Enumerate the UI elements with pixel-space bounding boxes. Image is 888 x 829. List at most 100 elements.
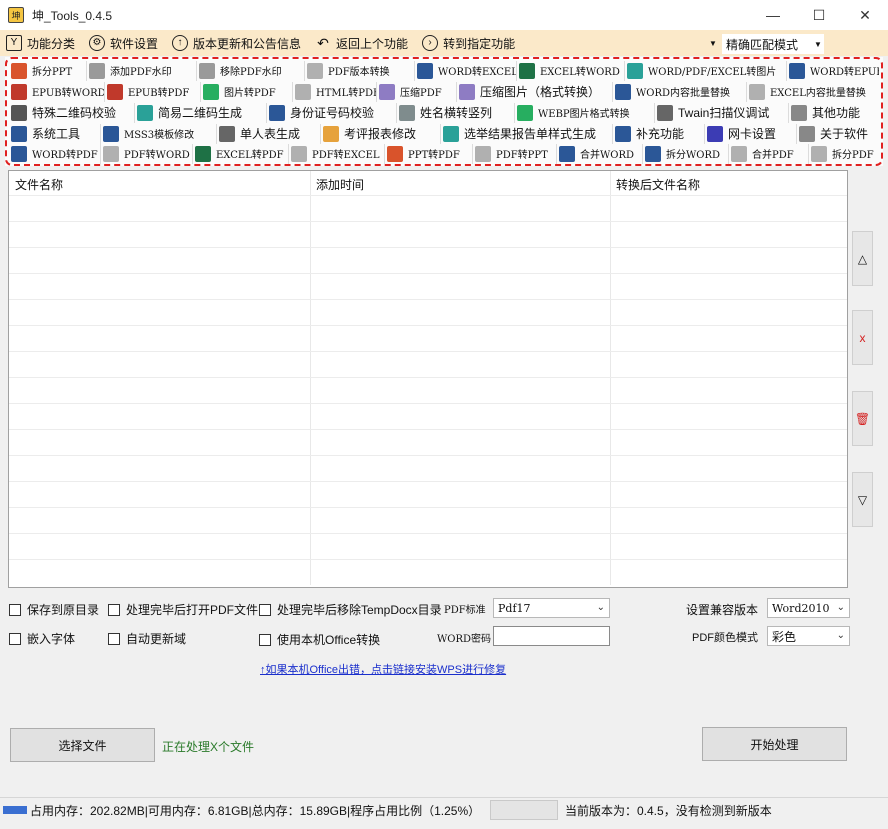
match-mode-dropdown-icon[interactable]: ▼ [812, 34, 824, 54]
clear-button[interactable]: 🗑 [852, 391, 873, 446]
chevron-down-icon: ⌄ [596, 602, 605, 613]
function-button[interactable]: 移除PDF水印 [197, 60, 305, 81]
function-button[interactable]: 拆分PPT [9, 60, 87, 81]
table-row [9, 559, 847, 560]
function-button[interactable]: 合并WORD [557, 143, 643, 164]
column-header-converted-name[interactable]: 转换后文件名称 [616, 176, 700, 193]
function-label: HTML转PDF [316, 88, 377, 99]
menu-label: 返回上个功能 [336, 36, 409, 51]
function-button[interactable]: PDF转EXCEL [289, 143, 385, 164]
checkbox-box[interactable] [9, 632, 21, 645]
function-button[interactable]: 简易二维码生成 [135, 102, 267, 123]
function-button[interactable]: 考评报表修改 [321, 123, 441, 144]
select-file-button[interactable]: 选择文件 [10, 728, 155, 762]
function-button[interactable]: 图片转PDF [201, 81, 293, 102]
remove-tempdocx-checkbox[interactable]: 处理完毕后移除TempDocx目录 [259, 601, 442, 618]
column-header-add-time[interactable]: 添加时间 [316, 176, 364, 193]
menu-version-update[interactable]: ↑ 版本更新和公告信息 [166, 30, 309, 56]
function-label: PPT转PDF [408, 150, 460, 161]
maximize-button[interactable]: ☐ [796, 0, 842, 30]
function-button[interactable]: 补充功能 [613, 123, 705, 144]
auto-update-field-checkbox[interactable]: 自动更新域 [108, 630, 186, 647]
triangle-up-icon: △ [857, 251, 868, 266]
function-button[interactable]: WEBP图片格式转换 [515, 102, 655, 123]
pdf-standard-select[interactable]: Pdf17 ⌄ [493, 598, 610, 618]
forward-icon: › [422, 35, 439, 51]
minimize-button[interactable]: — [750, 0, 796, 30]
move-up-button[interactable]: △ [852, 231, 873, 286]
column-header-file-name[interactable]: 文件名称 [15, 176, 63, 193]
excel-icon [519, 62, 535, 79]
menu-goto[interactable]: › 转到指定功能 [416, 30, 523, 56]
id-card-icon [269, 104, 285, 121]
checkbox-box[interactable] [108, 632, 120, 645]
function-button[interactable]: PDF转WORD [101, 143, 193, 164]
function-button[interactable]: 特殊二维码校验 [9, 102, 135, 123]
install-wps-link[interactable]: ↑如果本机Office出错，点击链接安装WPS进行修复 [260, 661, 506, 677]
function-button[interactable]: PDF转PPT [473, 143, 557, 164]
function-button[interactable]: 选举结果报告单样式生成 [441, 123, 613, 144]
function-button[interactable]: 网卡设置 [705, 123, 797, 144]
compress-icon [459, 83, 475, 100]
function-button[interactable]: HTML转PDF [293, 81, 377, 102]
function-button[interactable]: EPUB转WORD [9, 81, 105, 102]
function-button[interactable]: 拆分PDF [809, 144, 879, 164]
function-button[interactable]: 身份证号码校验 [267, 102, 397, 123]
dropdown-arrow-icon[interactable]: ▼ [707, 36, 719, 50]
function-button[interactable]: MSS3模板修改 [101, 123, 217, 144]
function-button[interactable]: 系统工具 [9, 123, 101, 144]
triangle-down-icon: ▽ [857, 492, 868, 507]
word-password-input[interactable] [493, 626, 610, 646]
file-table[interactable]: 文件名称 添加时间 转换后文件名称 [8, 170, 848, 588]
function-button[interactable]: EXCEL内容批量替换 [747, 82, 877, 102]
function-button[interactable]: EXCEL转WORD [517, 60, 625, 81]
function-button[interactable]: Twain扫描仪调试 [655, 102, 789, 123]
checkbox-box[interactable] [259, 633, 271, 646]
function-button[interactable]: 添加PDF水印 [87, 60, 197, 81]
checkbox-box[interactable] [9, 603, 21, 616]
save-to-source-checkbox[interactable]: 保存到原目录 [9, 601, 99, 618]
scanner-icon [657, 104, 673, 121]
function-button[interactable]: WORD内容批量替换 [613, 81, 747, 102]
match-mode-select[interactable]: 精确匹配模式 [722, 34, 812, 54]
menu-function-category[interactable]: Y 功能分类 [0, 30, 83, 56]
pdf-icon [475, 145, 491, 162]
function-button[interactable]: 压缩图片（格式转换） [457, 81, 613, 102]
function-button[interactable]: PPT转PDF [385, 143, 473, 164]
delete-button[interactable]: x [852, 310, 873, 365]
pdf-color-select[interactable]: 彩色 ⌄ [767, 626, 850, 646]
function-row: EPUB转WORD EPUB转PDF 图片转PDF HTML转PDF 压缩PDF 压缩图片… [9, 81, 877, 102]
memory-status: 占用内存：202.82MB|可用内存：6.81GB|总内存：15.89GB|程序… [30, 804, 481, 818]
function-button[interactable]: WORD转PDF [9, 143, 101, 164]
move-down-button[interactable]: ▽ [852, 472, 873, 527]
function-button[interactable]: PDF版本转换 [305, 60, 415, 81]
use-local-office-checkbox[interactable]: 使用本机Office转换 [259, 631, 380, 648]
function-button[interactable]: 压缩PDF [377, 81, 457, 102]
menu-label: 转到指定功能 [443, 36, 516, 51]
function-button[interactable]: 拆分WORD [643, 143, 729, 164]
function-button[interactable]: WORD转EPUB [787, 61, 879, 81]
menu-back[interactable]: ↶ 返回上个功能 [309, 30, 416, 56]
function-button[interactable]: 合并PDF [729, 143, 809, 164]
pdf-icon [731, 145, 747, 162]
processing-status: 正在处理X个文件 [162, 740, 255, 754]
start-process-button[interactable]: 开始处理 [702, 727, 847, 761]
function-button[interactable]: EXCEL转PDF [193, 143, 289, 164]
checkbox-box[interactable] [108, 603, 120, 616]
function-button[interactable]: 关于软件 [797, 124, 877, 144]
info-icon [799, 125, 815, 142]
checkbox-box[interactable] [259, 603, 271, 616]
close-button[interactable]: ✕ [842, 0, 888, 30]
function-button[interactable]: 姓名横转竖列 [397, 102, 515, 123]
report-icon [323, 125, 339, 142]
function-button[interactable]: WORD转EXCEL [415, 60, 517, 81]
gear-icon: ⚙ [89, 35, 106, 51]
open-pdf-after-checkbox[interactable]: 处理完毕后打开PDF文件 [108, 601, 258, 618]
embed-font-checkbox[interactable]: 嵌入字体 [9, 630, 75, 647]
function-button[interactable]: 其他功能 [789, 103, 881, 123]
menu-software-settings[interactable]: ⚙ 软件设置 [83, 30, 166, 56]
function-button[interactable]: 单人表生成 [217, 123, 321, 144]
compat-version-select[interactable]: Word2010 ⌄ [767, 598, 850, 618]
function-button[interactable]: EPUB转PDF [105, 81, 201, 102]
function-button[interactable]: WORD/PDF/EXCEL转图片 [625, 60, 787, 81]
